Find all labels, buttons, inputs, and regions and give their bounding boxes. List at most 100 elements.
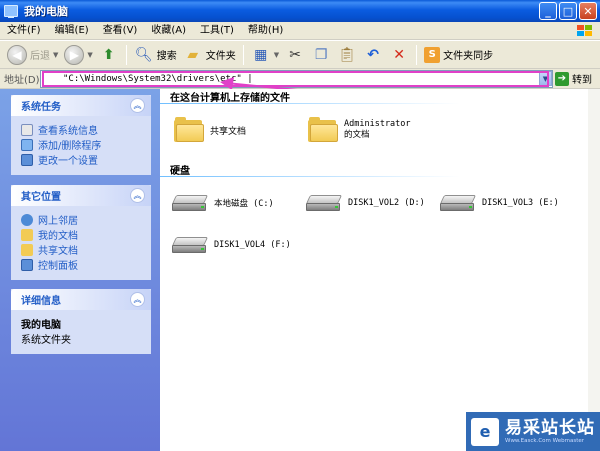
site-watermark: e 易采站长站 Www.Easck.Com Webmaster [466, 412, 600, 451]
task-view-system-info[interactable]: 查看系统信息 [21, 122, 143, 137]
search-button[interactable]: 🔍︎ 搜索 [131, 43, 180, 67]
place-label: 我的文档 [38, 231, 78, 242]
details-body: 我的电脑 系统文件夹 [11, 310, 151, 354]
task-change-setting[interactable]: 更改一个设置 [21, 152, 143, 167]
file-view: 在这台计算机上存储的文件 共享文档 Administrator 的文档 硬盘 本… [160, 89, 600, 451]
add-remove-programs-icon [21, 138, 33, 151]
item-label: Administrator 的文档 [344, 119, 411, 140]
vertical-scrollbar[interactable] [588, 89, 600, 451]
views-icon: ▦ [254, 46, 268, 63]
details-title: 详细信息 [21, 296, 61, 307]
task-pane: 系统任务 ︽ 查看系统信息 添加/删除程序 更改一个设置 其它位置 ︽ 网上邻居… [0, 89, 160, 451]
watermark-name: 易采站长站 [505, 418, 595, 438]
menu-edit[interactable]: 编辑(E) [48, 22, 96, 40]
menu-bar: 文件(F) 编辑(E) 查看(V) 收藏(A) 工具(T) 帮助(H) [0, 22, 600, 40]
drive-d[interactable]: DISK1_VOL2 (D:) [305, 193, 425, 213]
forward-dropdown-icon[interactable]: ▼ [87, 51, 92, 59]
toolbar-separator [242, 44, 244, 65]
watermark-url: Www.Easck.Com Webmaster [505, 438, 585, 444]
cut-button[interactable]: ✂ [282, 43, 308, 67]
task-label: 添加/删除程序 [38, 141, 102, 152]
go-label: 转到 [572, 75, 592, 86]
back-arrow-icon: ◀ [7, 44, 27, 65]
item-label: 共享文档 [210, 126, 247, 137]
details-header[interactable]: 详细信息 ︽ [11, 289, 151, 310]
delete-x-icon: ✕ [393, 46, 406, 63]
go-button[interactable]: ➔ 转到 [555, 71, 592, 86]
place-control-panel[interactable]: 控制面板 [21, 257, 143, 272]
group-divider [160, 103, 460, 104]
item-label: DISK1_VOL2 (D:) [348, 198, 425, 208]
watermark-text: 易采站长站 Www.Easck.Com Webmaster [505, 418, 595, 445]
menu-view[interactable]: 查看(V) [96, 22, 145, 40]
up-folder-icon: ⬆ [102, 46, 115, 63]
undo-button[interactable]: ↶ [360, 43, 386, 67]
system-tasks-title: 系统任务 [21, 102, 61, 113]
place-network-neighborhood[interactable]: 网上邻居 [21, 212, 143, 227]
place-label: 共享文档 [38, 246, 78, 257]
collapse-chevron-icon[interactable]: ︽ [130, 292, 145, 307]
minimize-button[interactable]: _ [539, 2, 557, 20]
forward-button[interactable]: ▶ ▼ [61, 43, 95, 67]
watermark-logo-icon: e [471, 417, 499, 446]
menu-file[interactable]: 文件(F) [0, 22, 48, 40]
network-icon [21, 213, 33, 226]
sync-icon: S [424, 46, 441, 63]
group-header-hard-disks: 硬盘 [170, 166, 190, 177]
place-label: 控制面板 [38, 261, 78, 272]
hard-disk-icon [305, 193, 343, 213]
drive-c[interactable]: 本地磁盘 (C:) [171, 193, 274, 213]
sync-label: 文件夹同步 [443, 51, 494, 62]
place-shared-documents[interactable]: 共享文档 [21, 242, 143, 257]
title-bar: 我的电脑 _ □ ✕ [0, 0, 600, 22]
folder-administrator-documents[interactable]: Administrator 的文档 [308, 117, 411, 143]
close-button[interactable]: ✕ [579, 2, 597, 20]
back-button[interactable]: ◀ 后退 ▼ [4, 43, 61, 67]
address-label: 地址(D) [4, 75, 40, 86]
forward-arrow-icon: ▶ [64, 44, 85, 65]
up-button[interactable]: ⬆ [96, 43, 122, 67]
group-header-stored-files: 在这台计算机上存储的文件 [170, 93, 290, 104]
shared-documents-icon [21, 243, 33, 256]
back-dropdown-icon[interactable]: ▼ [53, 51, 58, 59]
maximize-button[interactable]: □ [559, 2, 577, 20]
views-dropdown-icon[interactable]: ▼ [274, 51, 279, 59]
scissors-icon: ✂ [289, 46, 302, 63]
collapse-chevron-icon[interactable]: ︽ [130, 98, 145, 113]
details-panel: 详细信息 ︽ 我的电脑 系统文件夹 [11, 289, 151, 354]
annotation-highlight-box [42, 71, 549, 87]
folder-shared-documents[interactable]: 共享文档 [174, 117, 246, 143]
my-computer-icon [4, 5, 18, 18]
paste-icon: 📋︎ [338, 46, 357, 63]
folder-icon [308, 117, 338, 143]
menu-favorites[interactable]: 收藏(A) [144, 22, 193, 40]
menu-tools[interactable]: 工具(T) [193, 22, 241, 40]
other-places-header[interactable]: 其它位置 ︽ [11, 185, 151, 206]
other-places-title: 其它位置 [21, 192, 61, 203]
control-panel-icon [21, 258, 33, 271]
hard-disk-icon [439, 193, 477, 213]
item-label: 本地磁盘 (C:) [214, 199, 274, 209]
back-label: 后退 [30, 51, 50, 62]
system-tasks-header[interactable]: 系统任务 ︽ [11, 95, 151, 116]
folder-sync-button[interactable]: S 文件夹同步 [421, 43, 496, 67]
system-info-icon [21, 123, 33, 136]
paste-button[interactable]: 📋︎ [334, 43, 360, 67]
search-icon: 🔍︎ [134, 46, 153, 63]
system-tasks-panel: 系统任务 ︽ 查看系统信息 添加/删除程序 更改一个设置 [11, 95, 151, 175]
copy-button[interactable]: ❐ [308, 43, 334, 67]
toolbar: ◀ 后退 ▼ ▶ ▼ ⬆ 🔍︎ 搜索 ▰ 文件夹 ▦ ▼ ✂ ❐ 📋︎ ↶ ✕ … [0, 41, 600, 69]
undo-icon: ↶ [367, 46, 380, 63]
folder-icon: ▰ [187, 46, 199, 63]
delete-button[interactable]: ✕ [386, 43, 412, 67]
task-add-remove-programs[interactable]: 添加/删除程序 [21, 137, 143, 152]
menu-help[interactable]: 帮助(H) [241, 22, 290, 40]
drive-e[interactable]: DISK1_VOL3 (E:) [439, 193, 559, 213]
drive-f[interactable]: DISK1_VOL4 (F:) [171, 235, 291, 255]
folders-button[interactable]: ▰ 文件夹 [180, 43, 239, 67]
place-label: 网上邻居 [38, 216, 78, 227]
views-button[interactable]: ▦ ▼ [248, 43, 282, 67]
hard-disk-icon [171, 235, 209, 255]
collapse-chevron-icon[interactable]: ︽ [130, 188, 145, 203]
place-my-documents[interactable]: 我的文档 [21, 227, 143, 242]
